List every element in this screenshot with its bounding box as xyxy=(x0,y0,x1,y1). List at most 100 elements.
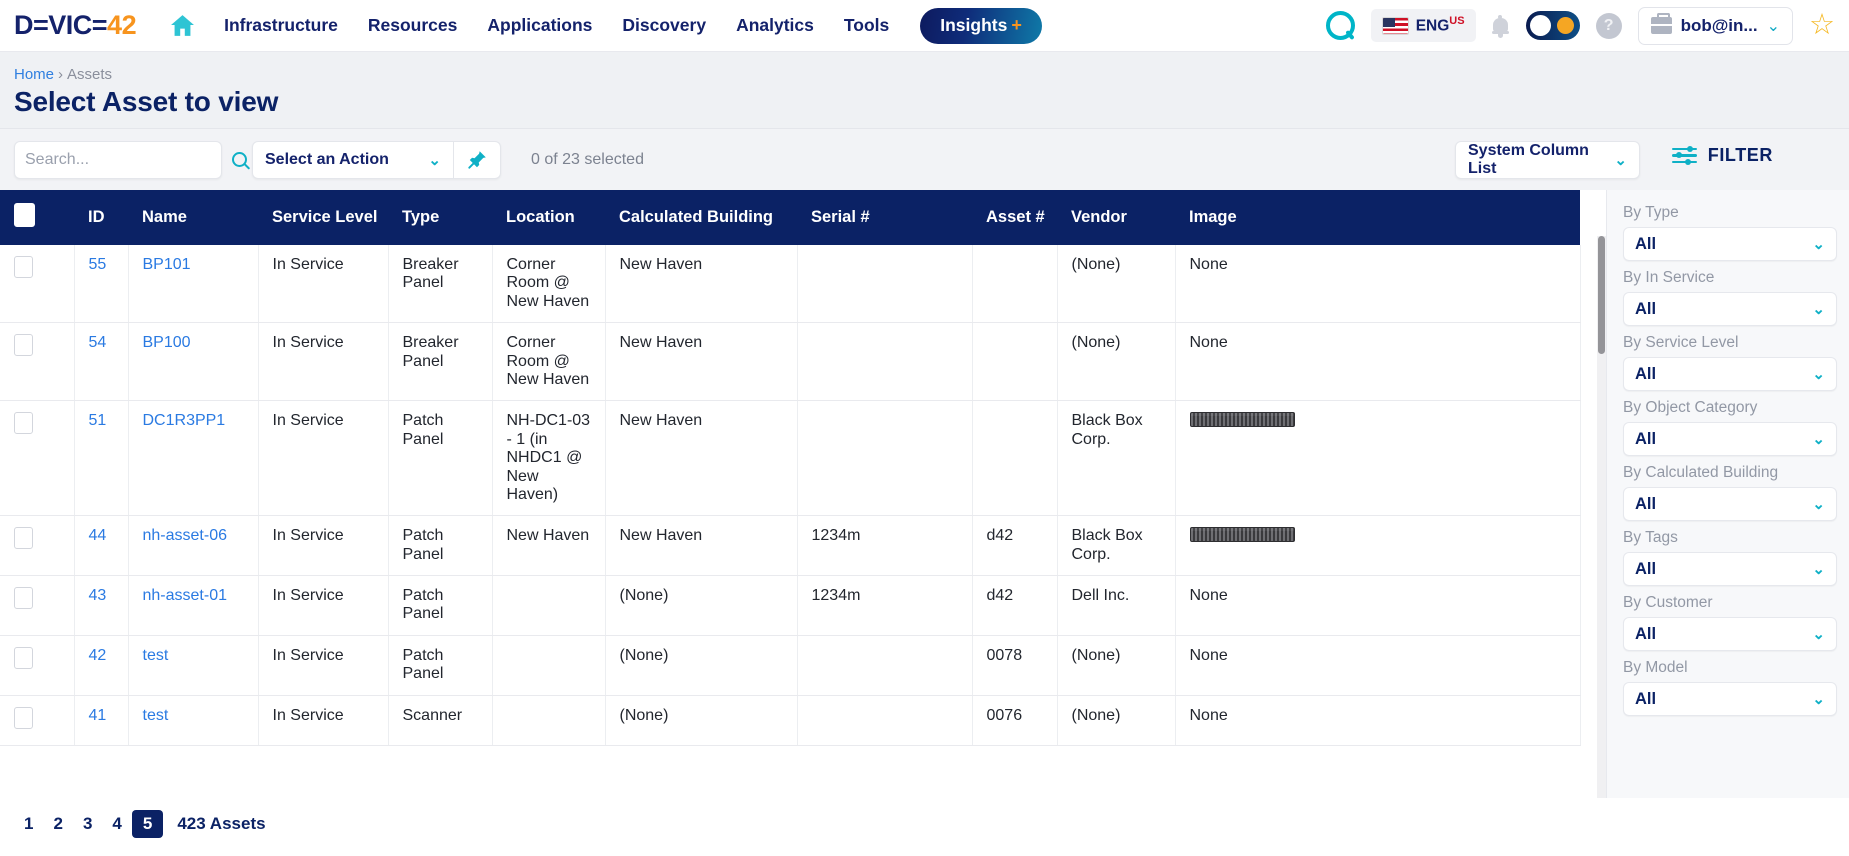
user-menu[interactable]: bob@in... ⌄ xyxy=(1638,7,1793,45)
help-icon[interactable]: ? xyxy=(1596,13,1622,39)
user-menu-label: bob@in... xyxy=(1681,16,1758,36)
filter-select-by-service-level[interactable]: All⌄ xyxy=(1623,357,1837,391)
asset-id-link[interactable]: 43 xyxy=(89,587,107,604)
page-title: Select Asset to view xyxy=(14,86,1835,118)
asset-id-link[interactable]: 51 xyxy=(89,412,107,429)
cell-asset-number xyxy=(972,401,1057,516)
apply-action-button[interactable] xyxy=(454,142,500,178)
asset-id-link[interactable]: 55 xyxy=(89,256,107,273)
quick-search-icon[interactable] xyxy=(1326,11,1355,40)
device42-logo[interactable]: D=VIC=42 xyxy=(14,10,136,41)
nav-item-applications[interactable]: Applications xyxy=(472,15,607,36)
cell-id: 43 xyxy=(74,576,128,636)
asset-id-link[interactable]: 44 xyxy=(89,527,107,544)
chevron-down-icon: ⌄ xyxy=(1812,365,1825,383)
page-link-2[interactable]: 2 xyxy=(43,811,72,837)
row-checkbox[interactable] xyxy=(14,707,33,729)
page-link-5[interactable]: 5 xyxy=(132,810,163,838)
asset-id-link[interactable]: 42 xyxy=(89,647,107,664)
row-checkbox[interactable] xyxy=(14,647,33,669)
table-row[interactable]: 55BP101In ServiceBreaker PanelCorner Roo… xyxy=(0,245,1580,323)
theme-toggle[interactable] xyxy=(1526,11,1580,40)
asset-name-link[interactable]: test xyxy=(143,707,169,724)
nav-item-discovery[interactable]: Discovery xyxy=(607,15,721,36)
table-vertical-scrollbar[interactable] xyxy=(1597,236,1606,798)
row-checkbox[interactable] xyxy=(14,256,33,278)
table-row[interactable]: 41testIn ServiceScanner(None)0076(None)N… xyxy=(0,695,1580,745)
table-row[interactable]: 43nh-asset-01In ServicePatch Panel(None)… xyxy=(0,576,1580,636)
row-checkbox[interactable] xyxy=(14,587,33,609)
table-row[interactable]: 44nh-asset-06In ServicePatch PanelNew Ha… xyxy=(0,516,1580,576)
insights-button[interactable]: Insights + xyxy=(920,8,1042,44)
sun-icon xyxy=(1557,17,1574,34)
page-link-4[interactable]: 4 xyxy=(102,811,131,837)
nav-item-tools[interactable]: Tools xyxy=(829,15,904,36)
cell-calculated-building: New Haven xyxy=(605,323,797,401)
cell-vendor: Black Box Corp. xyxy=(1057,516,1175,576)
row-checkbox[interactable] xyxy=(14,412,33,434)
table-row[interactable]: 54BP100In ServiceBreaker PanelCorner Roo… xyxy=(0,323,1580,401)
filter-select-by-model[interactable]: All⌄ xyxy=(1623,682,1837,716)
column-header-serial[interactable]: Serial # xyxy=(797,190,972,245)
filter-sliders-icon xyxy=(1672,147,1697,165)
page-link-1[interactable]: 1 xyxy=(14,811,43,837)
cell-image-wrapper xyxy=(1175,401,1580,516)
table-row[interactable]: 51DC1R3PP1In ServicePatch PanelNH-DC1-03… xyxy=(0,401,1580,516)
filter-button[interactable]: FILTER xyxy=(1672,145,1773,166)
assets-table: ID Name Service Level Type Location Calc… xyxy=(0,190,1581,746)
nav-item-resources[interactable]: Resources xyxy=(353,15,473,36)
bell-icon[interactable] xyxy=(1492,15,1510,37)
cell-vendor: (None) xyxy=(1057,323,1175,401)
filter-select-by-customer[interactable]: All⌄ xyxy=(1623,617,1837,651)
row-select-cell xyxy=(0,245,74,323)
nav-item-analytics[interactable]: Analytics xyxy=(721,15,829,36)
select-an-action-dropdown[interactable]: Select an Action ⌄ xyxy=(253,142,453,178)
search-input[interactable] xyxy=(25,151,232,169)
asset-name-link[interactable]: nh-asset-01 xyxy=(143,587,228,604)
asset-name-link[interactable]: nh-asset-06 xyxy=(143,527,228,544)
chevron-down-icon: ⌄ xyxy=(1812,235,1825,253)
filter-select-by-calculated-building[interactable]: All⌄ xyxy=(1623,487,1837,521)
row-checkbox[interactable] xyxy=(14,334,33,356)
breadcrumb-home[interactable]: Home xyxy=(14,66,54,83)
cell-calculated-building: (None) xyxy=(605,695,797,745)
scrollbar-thumb[interactable] xyxy=(1598,236,1605,354)
column-header-type[interactable]: Type xyxy=(388,190,492,245)
column-list-dropdown[interactable]: System Column List ⌄ xyxy=(1455,141,1640,179)
table-header-row: ID Name Service Level Type Location Calc… xyxy=(0,190,1580,245)
home-icon[interactable] xyxy=(170,14,195,37)
column-header-calculated-building[interactable]: Calculated Building xyxy=(605,190,797,245)
filter-select-value: All xyxy=(1635,625,1656,644)
column-header-location[interactable]: Location xyxy=(492,190,605,245)
filter-select-by-in-service[interactable]: All⌄ xyxy=(1623,292,1837,326)
column-header-service-level[interactable]: Service Level xyxy=(258,190,388,245)
asset-id-link[interactable]: 41 xyxy=(89,707,107,724)
column-header-id[interactable]: ID xyxy=(74,190,128,245)
page-link-3[interactable]: 3 xyxy=(73,811,102,837)
asset-name-link[interactable]: DC1R3PP1 xyxy=(143,412,226,429)
asset-name-link[interactable]: BP101 xyxy=(143,256,191,273)
filter-select-by-type[interactable]: All⌄ xyxy=(1623,227,1837,261)
star-icon[interactable]: ☆ xyxy=(1809,11,1835,40)
cell-service-level: In Service xyxy=(258,576,388,636)
column-header-image[interactable]: Image xyxy=(1175,190,1580,245)
column-header-asset[interactable]: Asset # xyxy=(972,190,1057,245)
language-selector[interactable]: ENGUS xyxy=(1371,9,1476,42)
search-icon[interactable] xyxy=(232,152,247,167)
column-header-vendor[interactable]: Vendor xyxy=(1057,190,1175,245)
filter-select-by-tags[interactable]: All⌄ xyxy=(1623,552,1837,586)
column-header-name[interactable]: Name xyxy=(128,190,258,245)
table-row[interactable]: 42testIn ServicePatch Panel(None)0078(No… xyxy=(0,635,1580,695)
filter-select-value: All xyxy=(1635,560,1656,579)
cell-vendor: Black Box Corp. xyxy=(1057,401,1175,516)
asset-name-link[interactable]: BP100 xyxy=(143,334,191,351)
filter-select-by-object-category[interactable]: All⌄ xyxy=(1623,422,1837,456)
us-flag-icon xyxy=(1382,17,1409,35)
nav-item-infrastructure[interactable]: Infrastructure xyxy=(209,15,353,36)
asset-id-link[interactable]: 54 xyxy=(89,334,107,351)
asset-name-link[interactable]: test xyxy=(143,647,169,664)
select-all-checkbox[interactable] xyxy=(14,203,35,227)
search-box[interactable] xyxy=(14,141,222,179)
row-checkbox[interactable] xyxy=(14,527,33,549)
cell-serial xyxy=(797,635,972,695)
